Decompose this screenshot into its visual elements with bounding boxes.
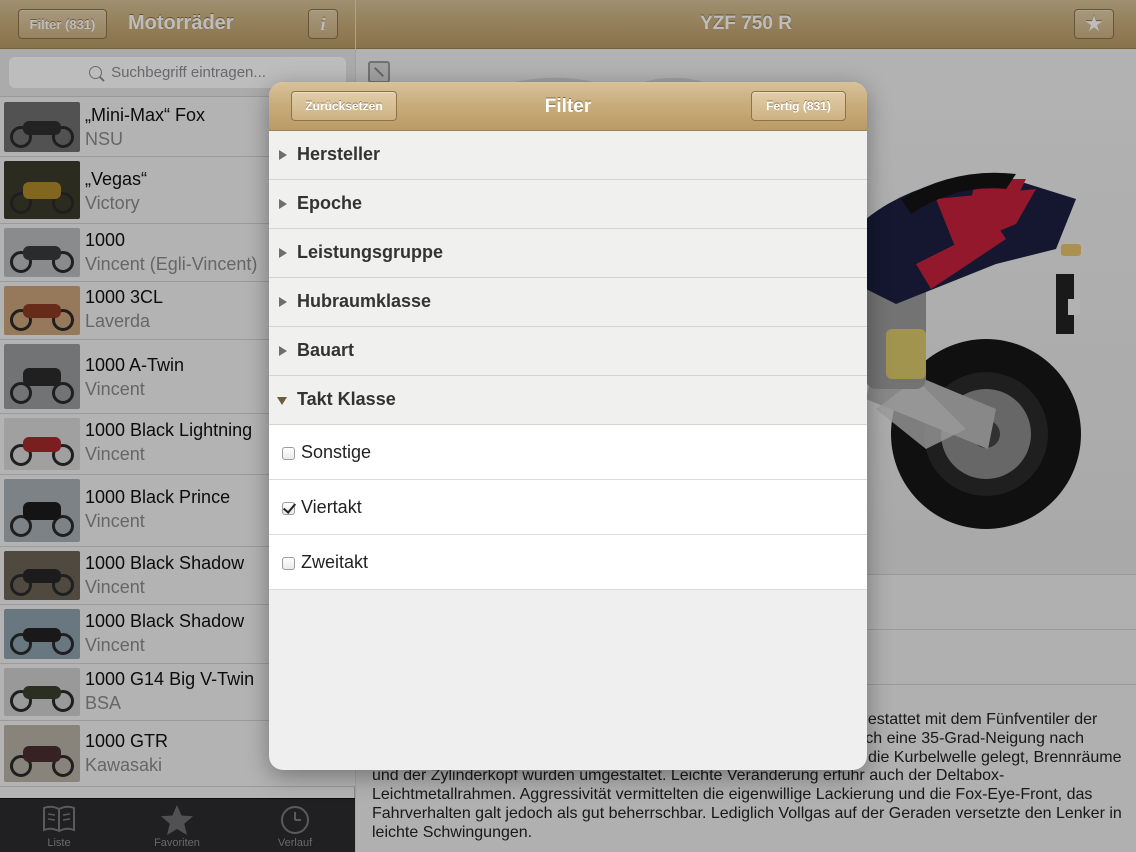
filter-section-hubraumklasse[interactable]: Hubraumklasse — [269, 278, 867, 327]
checkbox[interactable] — [282, 502, 295, 515]
disclosure-closed-icon — [279, 346, 287, 356]
done-button[interactable]: Fertig (831) — [751, 91, 846, 121]
disclosure-open-icon — [277, 397, 287, 405]
filter-section-epoche[interactable]: Epoche — [269, 180, 867, 229]
filter-section-hersteller[interactable]: Hersteller — [269, 131, 867, 180]
disclosure-closed-icon — [279, 150, 287, 160]
filter-option-zweitakt[interactable]: Zweitakt — [269, 535, 867, 590]
filter-section-label: Leistungsgruppe — [297, 242, 444, 262]
filter-section-label: Bauart — [297, 340, 355, 360]
filter-option-sonstige[interactable]: Sonstige — [269, 425, 867, 480]
checkbox[interactable] — [282, 447, 295, 460]
filter-section-label: Hubraumklasse — [297, 291, 432, 311]
filter-popover: Zurücksetzen Filter Fertig (831) Herstel… — [269, 82, 867, 770]
filter-option-label: Zweitakt — [301, 552, 369, 572]
filter-option-label: Sonstige — [301, 442, 372, 462]
filter-option-viertakt[interactable]: Viertakt — [269, 480, 867, 535]
filter-option-label: Viertakt — [301, 497, 362, 517]
filter-section-bauart[interactable]: Bauart — [269, 327, 867, 376]
app-window: Filter (831) Motorräder i Suchbegriff ei… — [0, 0, 1136, 852]
filter-section-label: Epoche — [297, 193, 363, 213]
filter-section-label: Hersteller — [297, 144, 381, 164]
filter-sections: Hersteller Epoche Leistungsgruppe Hubraumkl… — [269, 131, 867, 590]
checkbox[interactable] — [282, 557, 295, 570]
disclosure-closed-icon — [279, 297, 287, 307]
filter-navigation-bar: Zurücksetzen Filter Fertig (831) — [269, 82, 867, 131]
filter-section-leistungsgruppe[interactable]: Leistungsgruppe — [269, 229, 867, 278]
filter-section-takt-klasse[interactable]: Takt Klasse — [269, 376, 867, 425]
disclosure-closed-icon — [279, 248, 287, 258]
disclosure-closed-icon — [279, 199, 287, 209]
filter-section-label: Takt Klasse — [297, 389, 396, 409]
